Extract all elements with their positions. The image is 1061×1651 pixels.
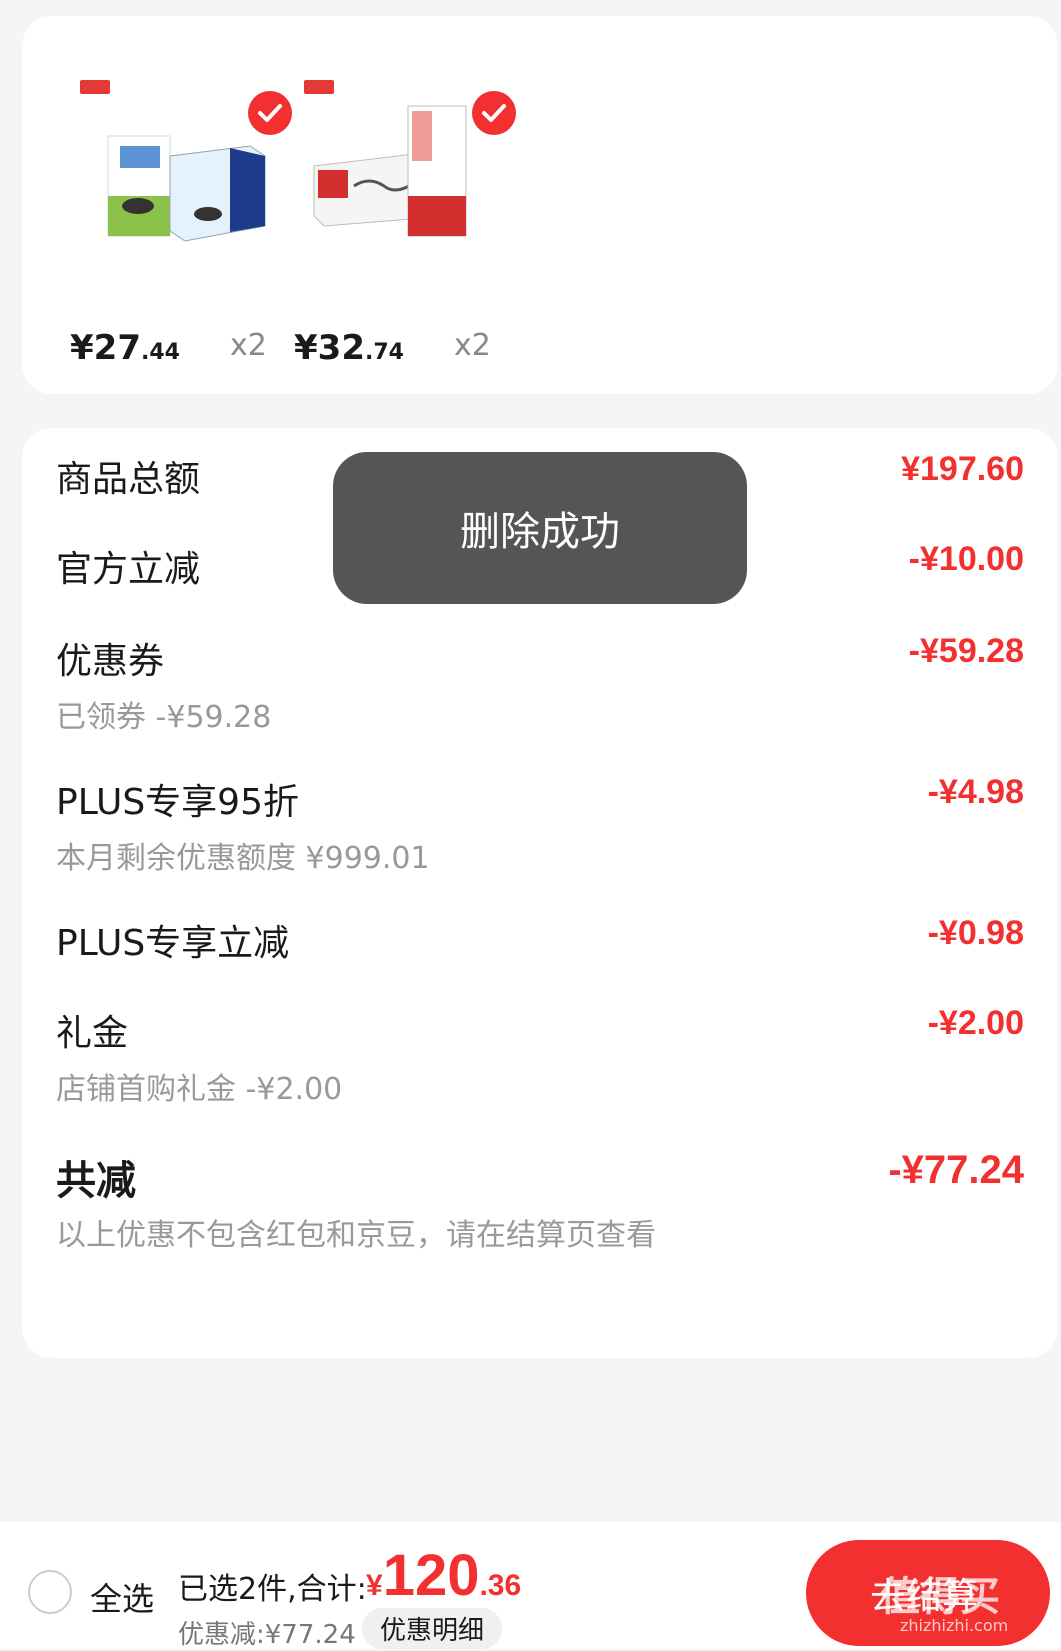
plus-discount-label: PLUS专享立减 (56, 923, 290, 964)
selected-count-label: 已选2件,合计: (178, 1572, 367, 1607)
watermark-url: zhizhizhi.com (900, 1616, 1009, 1635)
watermark-logo: 值得买 (880, 1574, 1000, 1620)
coupon-amount: -¥59.28 (908, 632, 1024, 670)
toast-message: 删除成功 (333, 452, 747, 604)
plus-discount-amount: -¥0.98 (927, 914, 1024, 952)
select-all-radio[interactable] (28, 1570, 72, 1614)
milk-1928-product-image[interactable] (304, 66, 516, 266)
selected-check-icon[interactable] (248, 91, 292, 135)
selected-products-card: ¥27.44 x2 ¥32.74 x2 (22, 16, 1058, 394)
total-price: ¥120.36 (366, 1543, 522, 1608)
checkout-bar: 全选 已选2件,合计: ¥120.36 优惠减:¥77.24 优惠明细 去结算 … (0, 1522, 1061, 1650)
selected-check-icon[interactable] (472, 91, 516, 135)
total-discount-label: 共减 (56, 1158, 136, 1204)
coupon-label: 优惠券 (56, 641, 165, 682)
select-all-label[interactable]: 全选 (90, 1574, 154, 1620)
gift-label: 礼金 (56, 1013, 129, 1054)
gift-detail: 店铺首购礼金 -¥2.00 (56, 1072, 343, 1107)
gift-amount: -¥2.00 (927, 1004, 1024, 1042)
product-item[interactable]: ¥32.74 x2 (294, 66, 516, 368)
product-quantity: x2 (230, 328, 267, 363)
product-price: ¥32.74 (294, 328, 404, 368)
total-discount-note: 以上优惠不包含红包和京豆，请在结算页查看 (56, 1218, 656, 1253)
total-discount-amount: -¥77.24 (888, 1148, 1024, 1192)
discount-detail-button[interactable]: 优惠明细 (362, 1608, 503, 1649)
coupon-detail: 已领券 -¥59.28 (56, 700, 272, 735)
milk-box-product-image[interactable] (80, 66, 292, 266)
product-item[interactable]: ¥27.44 x2 (70, 66, 292, 368)
product-price: ¥27.44 (70, 328, 180, 368)
plus-95-detail: 本月剩余优惠额度 ¥999.01 (56, 841, 430, 876)
goods-total-amount: ¥197.60 (901, 450, 1024, 488)
official-discount-amount: -¥10.00 (908, 540, 1024, 578)
product-quantity: x2 (454, 328, 491, 363)
official-discount-label: 官方立减 (56, 549, 201, 590)
plus-95-label: PLUS专享95折 (56, 782, 299, 823)
discount-total-label: 优惠减:¥77.24 (178, 1620, 356, 1650)
plus-95-amount: -¥4.98 (927, 773, 1024, 811)
goods-total-label: 商品总额 (56, 459, 201, 500)
